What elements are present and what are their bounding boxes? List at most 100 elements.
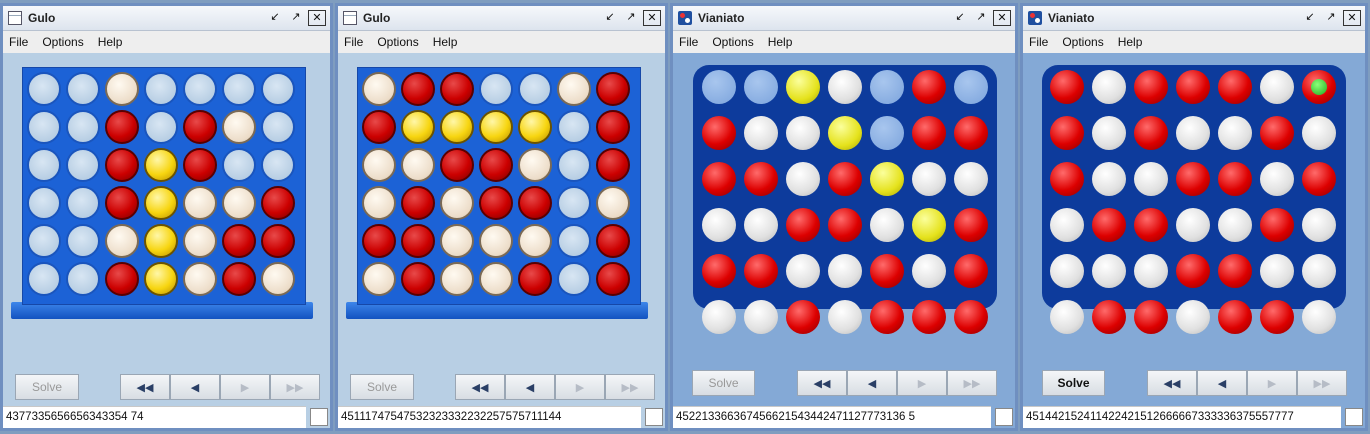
yellow-disc[interactable] <box>479 110 513 144</box>
white-disc[interactable] <box>744 300 778 334</box>
first-move-button[interactable]: ◀◀ <box>120 374 170 400</box>
white-disc[interactable] <box>1092 254 1126 288</box>
white-disc[interactable] <box>828 70 862 104</box>
red-disc[interactable] <box>954 300 988 334</box>
empty-slot[interactable] <box>183 72 217 106</box>
empty-slot[interactable] <box>557 224 591 258</box>
game-board[interactable] <box>22 67 306 305</box>
empty-slot[interactable] <box>222 72 256 106</box>
white-disc[interactable] <box>1218 208 1252 242</box>
cream-disc[interactable] <box>261 262 295 296</box>
yellow-disc[interactable] <box>786 70 820 104</box>
yellow-disc[interactable] <box>440 110 474 144</box>
white-disc[interactable] <box>1260 162 1294 196</box>
move-history-field[interactable]: 452213366367456621543442471127773136 5 <box>673 406 991 428</box>
empty-slot[interactable] <box>66 72 100 106</box>
red-disc[interactable] <box>401 224 435 258</box>
menu-help[interactable]: Help <box>98 35 123 49</box>
cream-disc[interactable] <box>401 148 435 182</box>
red-disc[interactable] <box>362 110 396 144</box>
solve-button[interactable]: Solve <box>350 374 414 400</box>
red-disc[interactable] <box>1050 116 1084 150</box>
empty-slot[interactable] <box>27 72 61 106</box>
empty-slot[interactable] <box>261 72 295 106</box>
cream-disc[interactable] <box>479 224 513 258</box>
last-move-button[interactable]: ▶▶ <box>1297 370 1347 396</box>
empty-slot[interactable] <box>557 262 591 296</box>
white-disc[interactable] <box>1134 162 1168 196</box>
menu-options[interactable]: Options <box>377 35 418 49</box>
close-icon[interactable]: ✕ <box>993 10 1011 26</box>
first-move-button[interactable]: ◀◀ <box>1147 370 1197 396</box>
empty-slot[interactable] <box>261 148 295 182</box>
move-history-field[interactable]: 4377335656656343354 74 <box>3 406 306 428</box>
cream-disc[interactable] <box>105 224 139 258</box>
solve-button[interactable]: Solve <box>15 374 79 400</box>
red-disc[interactable] <box>1218 70 1252 104</box>
red-disc[interactable] <box>702 162 736 196</box>
menu-file[interactable]: File <box>679 35 698 49</box>
prev-move-button[interactable]: ◀ <box>505 374 555 400</box>
menu-file[interactable]: File <box>1029 35 1048 49</box>
white-disc[interactable] <box>1176 300 1210 334</box>
red-disc[interactable] <box>1134 300 1168 334</box>
red-disc[interactable] <box>479 186 513 220</box>
empty-slot[interactable] <box>261 110 295 144</box>
empty-slot[interactable] <box>66 148 100 182</box>
cream-disc[interactable] <box>362 186 396 220</box>
solve-button[interactable]: Solve <box>692 370 755 396</box>
white-disc[interactable] <box>1092 162 1126 196</box>
maximize-icon[interactable]: ↗ <box>1322 10 1340 26</box>
red-disc[interactable] <box>1176 254 1210 288</box>
red-disc[interactable] <box>1176 162 1210 196</box>
cream-disc[interactable] <box>183 224 217 258</box>
yellow-disc[interactable] <box>144 186 178 220</box>
white-disc[interactable] <box>1260 70 1294 104</box>
move-history-field[interactable]: 4514421524114224215126666673333363755577… <box>1023 406 1341 428</box>
empty-slot[interactable] <box>479 72 513 106</box>
empty-slot[interactable] <box>870 70 904 104</box>
empty-slot[interactable] <box>144 110 178 144</box>
white-disc[interactable] <box>1302 254 1336 288</box>
red-disc[interactable] <box>1092 208 1126 242</box>
red-disc[interactable] <box>105 110 139 144</box>
white-disc[interactable] <box>702 300 736 334</box>
empty-slot[interactable] <box>27 110 61 144</box>
yellow-disc[interactable] <box>144 224 178 258</box>
status-box[interactable] <box>645 408 663 426</box>
white-disc[interactable] <box>1050 254 1084 288</box>
title-bar[interactable]: Vianiato ↙ ↗ ✕ <box>1023 6 1365 31</box>
white-disc[interactable] <box>1260 254 1294 288</box>
red-disc[interactable] <box>183 148 217 182</box>
red-disc[interactable] <box>1050 70 1084 104</box>
empty-slot[interactable] <box>27 224 61 258</box>
menu-options[interactable]: Options <box>42 35 83 49</box>
cream-disc[interactable] <box>105 72 139 106</box>
title-bar[interactable]: Gulo ↙ ↗ ✕ <box>338 6 665 31</box>
red-disc[interactable] <box>1134 70 1168 104</box>
cream-disc[interactable] <box>440 224 474 258</box>
cream-disc[interactable] <box>183 186 217 220</box>
status-box[interactable] <box>310 408 328 426</box>
red-disc[interactable] <box>222 262 256 296</box>
next-move-button[interactable]: ▶ <box>897 370 947 396</box>
first-move-button[interactable]: ◀◀ <box>797 370 847 396</box>
close-icon[interactable]: ✕ <box>308 10 326 26</box>
menu-help[interactable]: Help <box>1118 35 1143 49</box>
first-move-button[interactable]: ◀◀ <box>455 374 505 400</box>
red-disc[interactable] <box>1260 208 1294 242</box>
empty-slot[interactable] <box>557 148 591 182</box>
next-move-button[interactable]: ▶ <box>555 374 605 400</box>
empty-slot[interactable] <box>27 148 61 182</box>
yellow-disc[interactable] <box>828 116 862 150</box>
red-disc[interactable] <box>518 186 552 220</box>
prev-move-button[interactable]: ◀ <box>847 370 897 396</box>
red-disc[interactable] <box>744 162 778 196</box>
red-disc[interactable] <box>1218 162 1252 196</box>
red-disc[interactable] <box>105 186 139 220</box>
empty-slot[interactable] <box>870 116 904 150</box>
red-disc[interactable] <box>479 148 513 182</box>
red-disc[interactable] <box>954 208 988 242</box>
white-disc[interactable] <box>702 208 736 242</box>
red-disc[interactable] <box>744 254 778 288</box>
